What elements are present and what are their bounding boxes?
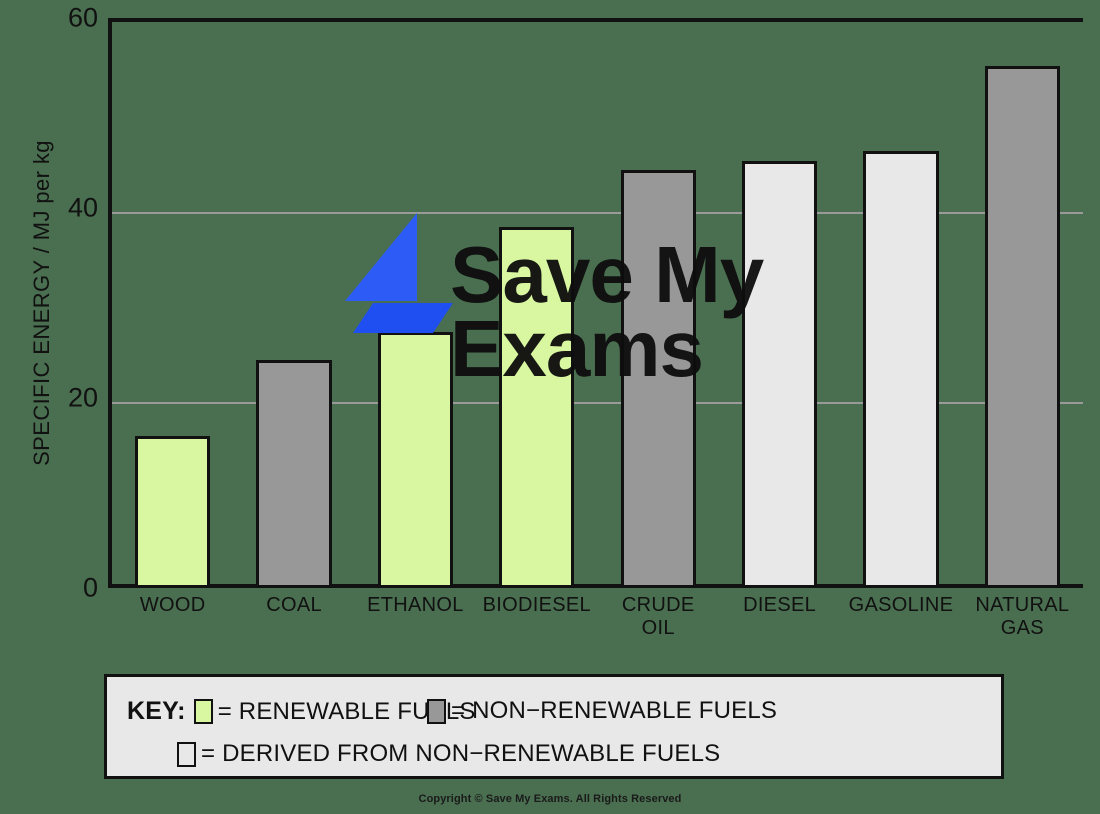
- legend-label-derived: = DERIVED FROM NON−RENEWABLE FUELS: [201, 740, 721, 767]
- x-label-line: WOOD: [139, 594, 206, 616]
- bar-slot: [598, 18, 719, 588]
- legend-label-non-renewable: = NON−RENEWABLE FUELS: [451, 697, 778, 724]
- y-axis-title: SPECIFIC ENERGY / MJ per kg: [29, 140, 54, 466]
- bar-wood[interactable]: [135, 436, 211, 588]
- legend-entry-non-renewable: = NON−RENEWABLE FUELS: [427, 697, 777, 725]
- x-axis-label-gasoline: GASOLINE: [840, 594, 961, 617]
- legend-box: KEY: = RENEWABLE FUELS = NON−RENEWABLE F…: [104, 674, 1004, 779]
- x-label-line: COAL: [266, 594, 322, 616]
- x-axis-label-crude-oil: CRUDE OIL: [598, 594, 719, 640]
- x-label-line: OIL: [641, 617, 675, 639]
- bar-slot: [112, 18, 233, 588]
- x-axis-label-natural-gas: NATURAL GAS: [962, 594, 1083, 640]
- bar-crude-oil[interactable]: [620, 170, 696, 588]
- legend-swatch-non-renewable: [427, 698, 446, 724]
- chart-page: SPECIFIC ENERGY / MJ per kg 0 20 40 60 Save…: [0, 0, 1100, 814]
- x-axis-label-diesel: DIESEL: [719, 594, 840, 617]
- bar-slot: [233, 18, 354, 588]
- legend-swatch-renewable: [193, 699, 213, 724]
- bar-diesel[interactable]: [741, 160, 818, 588]
- x-label-line: CRUDE: [621, 594, 695, 616]
- x-label-line: BIODIESEL: [482, 594, 591, 616]
- bar-natural-gas[interactable]: [984, 65, 1060, 588]
- x-axis-labels: WOOD COAL ETHANOL BIODIESEL CRUDE OIL DIESEL GA…: [112, 594, 1083, 654]
- bar-coal[interactable]: [256, 360, 332, 588]
- x-axis-label-coal: COAL: [233, 594, 354, 617]
- copyright-notice: Copyright © Save My Exams. All Rights Re…: [418, 793, 682, 805]
- bar-ethanol[interactable]: [377, 331, 454, 588]
- x-label-line: ETHANOL: [367, 594, 464, 616]
- bar-slot: [476, 18, 597, 588]
- x-label-line: NATURAL: [975, 594, 1070, 616]
- legend-key-label: KEY:: [127, 697, 186, 725]
- x-label-line: GASOLINE: [848, 594, 954, 616]
- x-axis-label-wood: WOOD: [112, 594, 233, 617]
- legend-swatch-derived: [177, 741, 196, 767]
- x-label-line: GAS: [1000, 617, 1044, 639]
- bars-layer: [112, 18, 1083, 588]
- x-axis-label-ethanol: ETHANOL: [355, 594, 476, 617]
- bar-slot: [719, 18, 840, 588]
- x-label-line: DIESEL: [743, 594, 817, 616]
- bar-gasoline[interactable]: [863, 151, 939, 588]
- bar-slot: [840, 18, 961, 588]
- bar-slot: [355, 18, 476, 588]
- legend-entry-derived: = DERIVED FROM NON−RENEWABLE FUELS: [177, 740, 720, 768]
- bar-slot: [962, 18, 1083, 588]
- legend-entry-renewable: KEY: = RENEWABLE FUELS: [127, 697, 476, 726]
- bar-biodiesel[interactable]: [499, 227, 575, 588]
- x-axis-label-biodiesel: BIODIESEL: [476, 594, 597, 617]
